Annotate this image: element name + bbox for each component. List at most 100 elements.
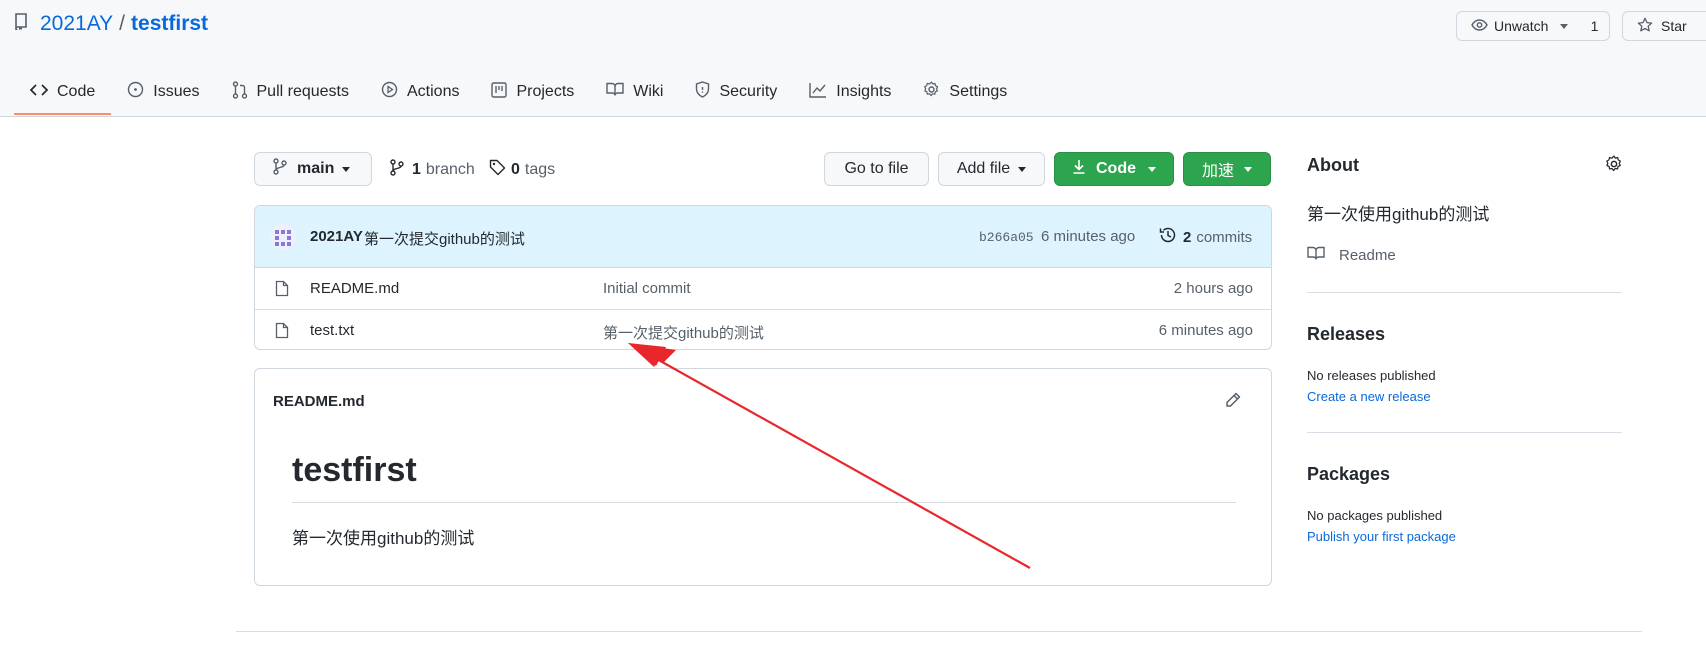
gear-icon <box>923 81 949 103</box>
readme-filename[interactable]: README.md <box>273 393 365 410</box>
repo-icon <box>14 12 28 36</box>
file-time: 2 hours ago <box>1173 280 1253 297</box>
tab-wiki[interactable]: Wiki <box>590 70 679 114</box>
download-icon <box>1072 159 1086 179</box>
history-icon <box>1159 226 1177 248</box>
sidebar-divider <box>1307 432 1622 433</box>
branch-name: main <box>297 160 335 177</box>
tag-word: tags <box>524 161 556 178</box>
file-commit-message[interactable]: 第一次提交github的测试 <box>603 322 764 343</box>
issue-icon <box>127 81 153 103</box>
file-list: 2021AY 第一次提交github的测试 b266a05 6 minutes … <box>254 205 1272 350</box>
avatar[interactable] <box>270 224 296 254</box>
book-icon <box>1307 246 1325 265</box>
tab-label: Wiki <box>633 83 664 100</box>
go-to-file-button[interactable]: Go to file <box>824 152 929 186</box>
tag-count: 0 <box>511 161 520 178</box>
watch-count-value: 1 <box>1590 18 1599 34</box>
chevron-down-icon <box>1244 166 1252 172</box>
file-row[interactable]: README.md Initial commit 2 hours ago <box>255 268 1271 310</box>
project-icon <box>491 81 516 103</box>
packages-title[interactable]: Packages <box>1307 464 1390 485</box>
file-icon <box>275 280 289 301</box>
repo-owner-link[interactable]: 2021AY <box>40 12 113 36</box>
readme-body: 第一次使用github的测试 <box>292 529 475 548</box>
accelerate-button[interactable]: 加速 <box>1183 152 1271 186</box>
code-button[interactable]: Code <box>1054 152 1174 186</box>
tab-label: Settings <box>949 83 1008 100</box>
repo-name-link[interactable]: testfirst <box>131 12 208 36</box>
readme-panel: README.md testfirst 第一次使用github的测试 <box>254 368 1272 586</box>
gear-icon[interactable] <box>1605 155 1623 178</box>
add-file-label: Add file <box>956 160 1011 177</box>
file-name-link[interactable]: test.txt <box>310 322 354 339</box>
tab-settings[interactable]: Settings <box>907 70 1023 114</box>
readme-link-label: Readme <box>1339 247 1396 264</box>
latest-commit-row: 2021AY 第一次提交github的测试 b266a05 6 minutes … <box>255 206 1271 268</box>
pencil-icon[interactable] <box>1224 391 1242 414</box>
tab-projects[interactable]: Projects <box>475 70 590 114</box>
tab-code[interactable]: Code <box>14 70 112 115</box>
shield-icon <box>695 81 719 103</box>
pull-request-icon <box>232 80 257 104</box>
file-icon <box>275 322 289 343</box>
chevron-down-icon <box>1148 166 1156 172</box>
commit-sha[interactable]: b266a05 <box>979 230 1034 245</box>
tab-actions[interactable]: Actions <box>365 70 475 114</box>
tab-label: Actions <box>407 83 460 100</box>
tab-issues[interactable]: Issues <box>111 70 215 114</box>
file-commit-message[interactable]: Initial commit <box>603 280 691 297</box>
chevron-down-icon <box>342 166 351 172</box>
code-icon <box>29 83 57 102</box>
about-title: About <box>1307 155 1359 175</box>
repo-separator: / <box>119 12 126 35</box>
eye-icon <box>1471 18 1488 34</box>
accelerate-label: 加速 <box>1201 163 1234 180</box>
tag-icon <box>489 159 506 181</box>
about-description: 第一次使用github的测试 <box>1307 205 1490 224</box>
branch-word: branch <box>425 161 475 178</box>
commit-message[interactable]: 第一次提交github的测试 <box>364 228 525 249</box>
commit-author[interactable]: 2021AY <box>310 228 363 245</box>
tab-label: Code <box>57 83 96 100</box>
tab-pull-requests[interactable]: Pull requests <box>216 70 366 114</box>
tab-security[interactable]: Security <box>679 70 793 114</box>
footer-divider <box>236 631 1642 632</box>
commits-link[interactable]: 2 commits <box>1159 226 1252 248</box>
watch-count[interactable]: 1 <box>1580 11 1610 41</box>
tab-label: Projects <box>516 83 575 100</box>
releases-title[interactable]: Releases <box>1307 324 1385 345</box>
star-button[interactable]: Star <box>1622 11 1706 41</box>
readme-heading: testfirst <box>292 451 417 489</box>
branch-count: 1 <box>412 161 421 178</box>
branches-link[interactable]: 1 branch <box>390 159 475 181</box>
file-time: 6 minutes ago <box>1158 322 1253 339</box>
create-release-link[interactable]: Create a new release <box>1307 389 1431 404</box>
releases-empty-text: No releases published <box>1307 368 1436 383</box>
readme-heading-divider <box>292 502 1236 503</box>
repo-title: 2021AY / testfirst <box>14 12 208 36</box>
repo-tabs: Code Issues Pull requests Actions Projec… <box>14 70 1023 115</box>
chevron-down-icon <box>1560 23 1569 29</box>
branch-icon <box>273 158 287 180</box>
watch-label: Unwatch <box>1494 18 1549 34</box>
sidebar-divider <box>1307 292 1622 293</box>
readme-link[interactable]: Readme <box>1307 246 1396 265</box>
book-icon <box>606 82 633 102</box>
tags-link[interactable]: 0 tags <box>489 159 555 181</box>
add-file-button[interactable]: Add file <box>938 152 1045 186</box>
repo-header: 2021AY / testfirst Unwatch 1 Star Code I… <box>0 0 1706 117</box>
graph-icon <box>809 82 836 103</box>
play-icon <box>381 81 407 103</box>
tab-label: Pull requests <box>256 83 350 100</box>
publish-package-link[interactable]: Publish your first package <box>1307 529 1456 544</box>
branch-select[interactable]: main <box>254 152 372 186</box>
chevron-down-icon <box>1018 166 1027 172</box>
commit-count: 2 <box>1183 228 1192 246</box>
file-name-link[interactable]: README.md <box>310 280 399 297</box>
tab-insights[interactable]: Insights <box>793 70 907 114</box>
packages-empty-text: No packages published <box>1307 508 1443 523</box>
go-to-file-label: Go to file <box>844 160 909 177</box>
branch-icon <box>390 159 404 181</box>
file-row[interactable]: test.txt 第一次提交github的测试 6 minutes ago <box>255 310 1271 349</box>
